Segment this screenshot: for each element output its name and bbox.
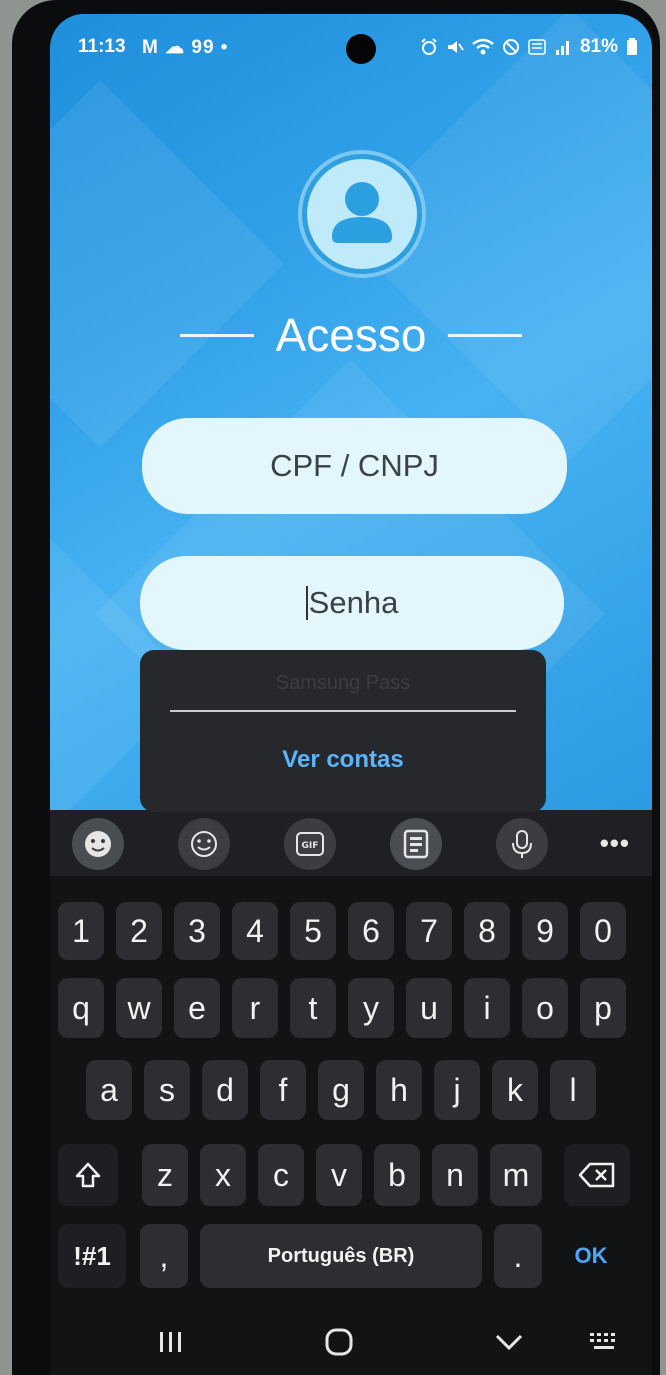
emoji-sticker-icon[interactable]	[72, 818, 124, 870]
ok-key[interactable]: OK	[556, 1224, 626, 1288]
key-n[interactable]: n	[432, 1144, 478, 1206]
key-z[interactable]: z	[142, 1144, 188, 1206]
key-k[interactable]: k	[492, 1060, 538, 1120]
key-a[interactable]: a	[86, 1060, 132, 1120]
title-divider-left	[179, 333, 254, 337]
back-chevron-down-icon[interactable]	[484, 1322, 534, 1362]
recents-icon[interactable]	[146, 1322, 196, 1362]
key-6[interactable]: 6	[348, 902, 394, 960]
page-title: Acesso	[275, 309, 427, 361]
keyboard: GIF ••• 1 2 3 4 5 6 7 8 9 0 q w e r t y …	[50, 810, 652, 1375]
gif-icon[interactable]: GIF	[284, 818, 336, 870]
key-8[interactable]: 8	[464, 902, 510, 960]
key-u[interactable]: u	[406, 978, 452, 1038]
key-s[interactable]: s	[144, 1060, 190, 1120]
key-2[interactable]: 2	[116, 902, 162, 960]
home-icon[interactable]	[314, 1322, 364, 1362]
background-facet	[50, 80, 284, 448]
backspace-key[interactable]	[564, 1144, 630, 1206]
password-placeholder: Senha	[308, 585, 399, 620]
battery-percent: 81%	[579, 36, 618, 57]
notification-icons: M ☁ 99 •	[142, 37, 229, 58]
key-j[interactable]: j	[434, 1060, 480, 1120]
wifi-icon	[472, 38, 494, 55]
keyboard-toolbar: GIF •••	[50, 810, 652, 876]
text-cursor	[305, 586, 308, 620]
key-o[interactable]: o	[522, 978, 568, 1038]
space-bar[interactable]: Português (BR)	[200, 1224, 482, 1288]
signal-icon	[555, 41, 569, 55]
cpf-cnpj-input[interactable]: CPF / CNPJ	[142, 418, 567, 514]
volte-icon	[528, 39, 546, 55]
comma-key[interactable]: ,	[140, 1224, 188, 1288]
svg-text:GIF: GIF	[302, 841, 319, 851]
view-accounts-button[interactable]: Ver contas	[140, 746, 546, 774]
key-r[interactable]: r	[232, 978, 278, 1038]
more-options-icon[interactable]: •••	[600, 828, 630, 859]
key-b[interactable]: b	[374, 1144, 420, 1206]
autofill-popup: Samsung Pass Ver contas	[140, 650, 546, 812]
symbols-key[interactable]: !#1	[58, 1224, 126, 1288]
screen: 11:13 M ☁ 99 • 81% Acesso CPF / CNPJ Sen…	[50, 14, 652, 1375]
autofill-hint: Samsung Pass	[275, 672, 411, 694]
key-q[interactable]: q	[58, 978, 104, 1038]
key-t[interactable]: t	[290, 978, 336, 1038]
navigation-bar	[50, 1314, 652, 1374]
clipboard-icon[interactable]	[390, 818, 442, 870]
key-p[interactable]: p	[580, 978, 626, 1038]
person-icon	[332, 182, 392, 243]
key-y[interactable]: y	[348, 978, 394, 1038]
key-c[interactable]: c	[258, 1144, 304, 1206]
password-input[interactable]: Senha	[140, 556, 564, 650]
key-3[interactable]: 3	[174, 902, 220, 960]
front-camera	[346, 34, 376, 64]
keyboard-switch-icon[interactable]	[580, 1322, 630, 1362]
shift-key[interactable]	[58, 1144, 118, 1206]
key-f[interactable]: f	[260, 1060, 306, 1120]
title-divider-right	[448, 333, 523, 337]
key-v[interactable]: v	[316, 1144, 362, 1206]
microphone-icon[interactable]	[496, 818, 548, 870]
mute-icon	[447, 41, 464, 53]
do-not-disturb-icon	[502, 39, 519, 55]
key-m[interactable]: m	[490, 1144, 542, 1206]
key-7[interactable]: 7	[406, 902, 452, 960]
shift-icon	[75, 1162, 101, 1188]
key-0[interactable]: 0	[580, 902, 626, 960]
status-icons: 81%	[420, 36, 638, 58]
cpf-cnpj-placeholder: CPF / CNPJ	[270, 448, 439, 483]
key-x[interactable]: x	[200, 1144, 246, 1206]
key-9[interactable]: 9	[522, 902, 568, 960]
key-w[interactable]: w	[116, 978, 162, 1038]
key-5[interactable]: 5	[290, 902, 336, 960]
key-e[interactable]: e	[174, 978, 220, 1038]
key-4[interactable]: 4	[232, 902, 278, 960]
key-i[interactable]: i	[464, 978, 510, 1038]
key-h[interactable]: h	[376, 1060, 422, 1120]
period-key[interactable]: .	[494, 1224, 542, 1288]
battery-icon	[627, 38, 637, 55]
key-d[interactable]: d	[202, 1060, 248, 1120]
key-g[interactable]: g	[318, 1060, 364, 1120]
alarm-icon	[421, 38, 437, 55]
phone-frame: 11:13 M ☁ 99 • 81% Acesso CPF / CNPJ Sen…	[12, 0, 660, 1375]
status-time: 11:13	[78, 36, 126, 57]
key-1[interactable]: 1	[58, 902, 104, 960]
backspace-icon	[578, 1162, 615, 1188]
emoji-icon[interactable]	[178, 818, 230, 870]
user-avatar-icon	[302, 154, 422, 274]
autofill-divider	[170, 710, 516, 712]
title-row: Acesso	[50, 309, 652, 361]
key-l[interactable]: l	[550, 1060, 596, 1120]
